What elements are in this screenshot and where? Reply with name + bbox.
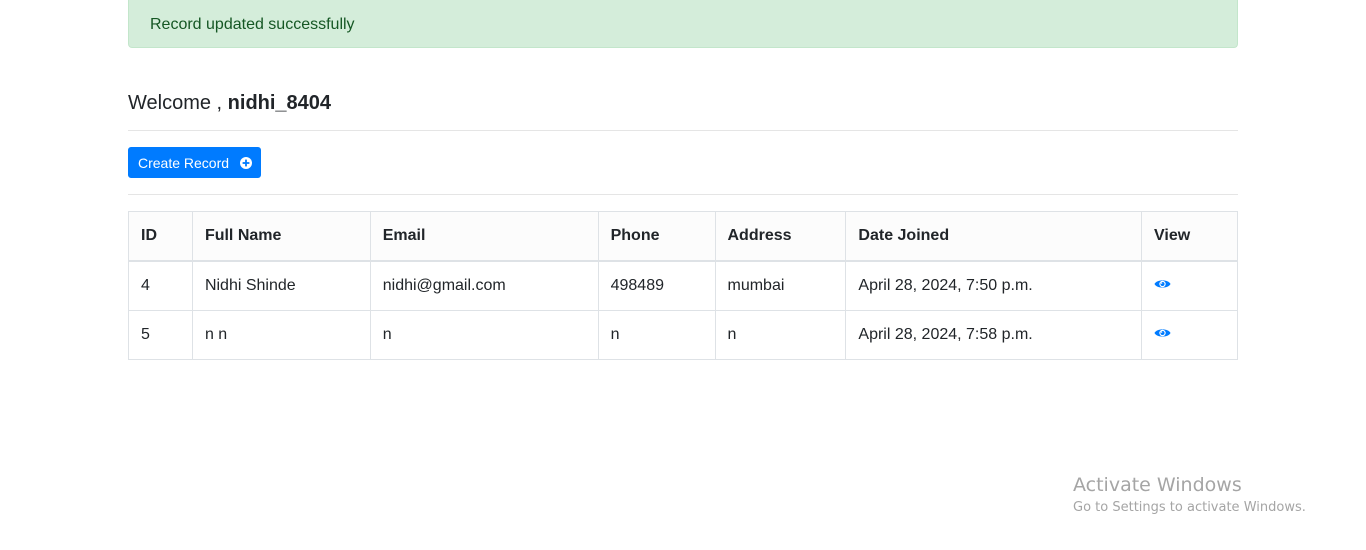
column-header-address: Address [714,211,847,262]
cell-view [1141,260,1238,311]
table-header-row: ID Full Name Email Phone Address Date Jo… [128,211,1238,262]
records-table: ID Full Name Email Phone Address Date Jo… [128,211,1238,360]
cell-id: 5 [128,310,193,360]
cell-full-name: n n [191,310,371,360]
cell-full-name: Nidhi Shinde [191,260,371,311]
column-header-phone: Phone [597,211,716,262]
divider [128,194,1238,195]
success-alert: Record updated successfully [128,0,1238,48]
watermark-subtitle: Go to Settings to activate Windows. [1073,500,1306,515]
column-header-date-joined: Date Joined [845,211,1143,262]
cell-phone: 498489 [597,260,716,311]
cell-address: mumbai [714,260,847,311]
cell-view [1141,310,1238,360]
eye-icon[interactable] [1154,278,1171,290]
activate-windows-watermark: Activate Windows Go to Settings to activ… [1073,474,1306,518]
alert-message: Record updated successfully [150,16,355,33]
welcome-prefix: Welcome , [128,92,228,114]
cell-email: n [369,310,599,360]
column-header-full-name: Full Name [191,211,371,262]
create-record-button[interactable]: Create Record [128,147,262,178]
column-header-email: Email [369,211,599,262]
cell-id: 4 [128,260,193,311]
table-row: 4 Nidhi Shinde nidhi@gmail.com 498489 mu… [128,260,1238,311]
table-row: 5 n n n n n April 28, 2024, 7:58 p.m. [128,310,1238,360]
cell-date-joined: April 28, 2024, 7:50 p.m. [845,260,1143,311]
cell-address: n [714,310,847,360]
column-header-id: ID [128,211,193,262]
welcome-username: nidhi_8404 [227,92,332,114]
main-container: Record updated successfully Welcome , ni… [128,0,1238,360]
watermark-title: Activate Windows [1073,474,1242,496]
cell-date-joined: April 28, 2024, 7:58 p.m. [845,310,1143,360]
column-header-view: View [1141,211,1238,262]
eye-icon[interactable] [1154,327,1171,339]
cell-phone: n [597,310,716,360]
create-record-label: Create Record [138,154,230,171]
cell-email: nidhi@gmail.com [369,260,599,311]
plus-circle-icon [240,156,253,169]
welcome-heading: Welcome , nidhi_8404 [128,91,1238,115]
divider [128,130,1238,131]
